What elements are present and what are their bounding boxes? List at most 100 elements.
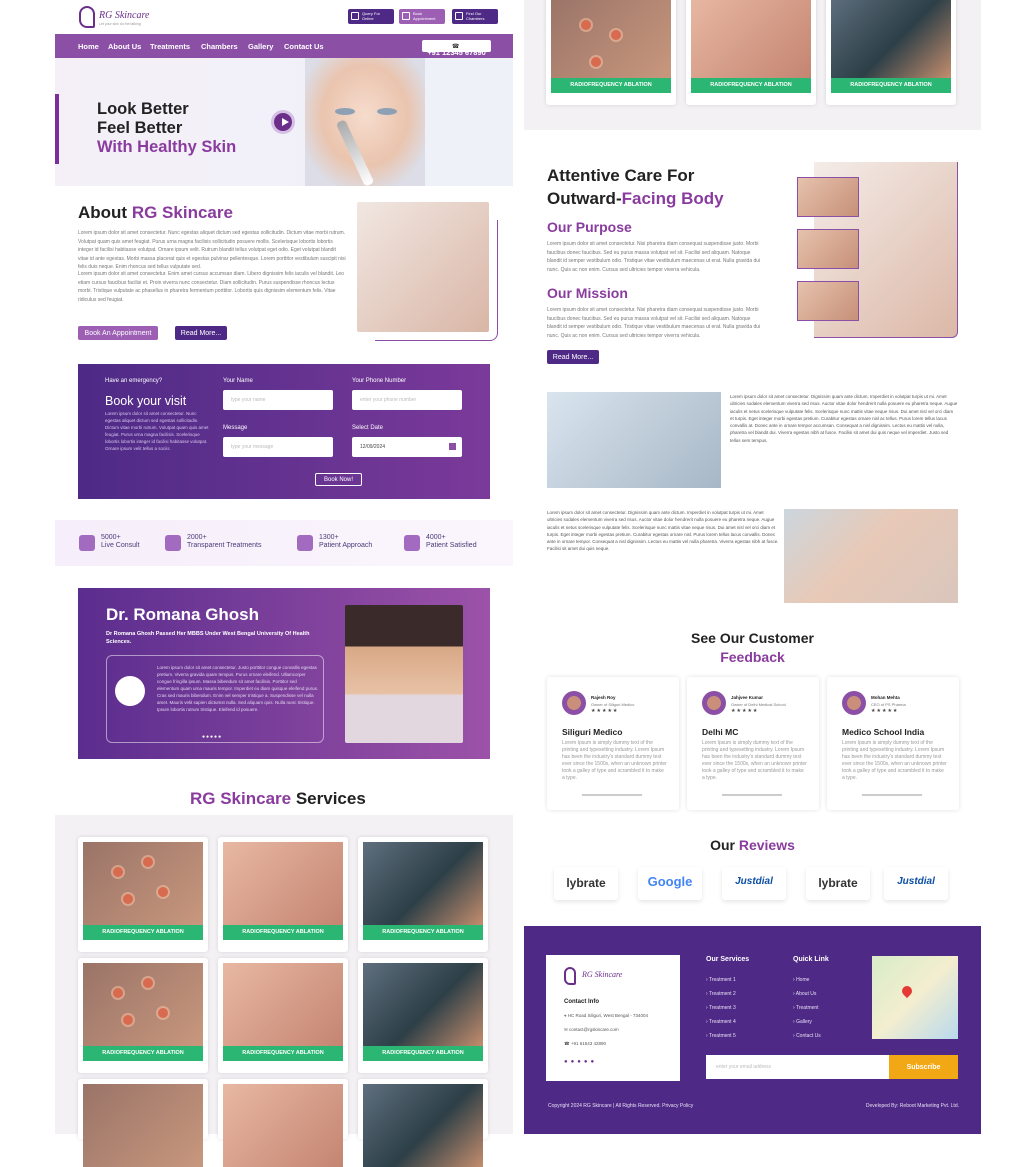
stat-num: 5000+ [101, 534, 121, 541]
care-title-1: Attentive Care For [547, 166, 695, 185]
logo-icon[interactable] [79, 6, 95, 28]
name-input[interactable]: type your name [223, 390, 333, 410]
stat-label: Patient Approach [319, 542, 373, 549]
service-caption: RADIOFREQUENCY ABLATION [83, 1046, 203, 1061]
service-caption: RADIOFREQUENCY ABLATION [691, 78, 811, 93]
query-online-button[interactable]: Query For Online [348, 9, 394, 24]
footer-service-link[interactable]: › Treatment 1 [706, 977, 736, 983]
link-text: Gallery [796, 1019, 812, 1025]
footer-quick-link[interactable]: › Home [793, 977, 809, 983]
nav-gallery[interactable]: Gallery [248, 42, 273, 51]
service-card[interactable]: RADIOFREQUENCY ABLATION [826, 0, 956, 105]
footer-service-link[interactable]: › Treatment 2 [706, 991, 736, 997]
nav-treatments[interactable]: Treatments [150, 42, 190, 51]
service-image [83, 963, 203, 1046]
booking-form: Have an emergency? Book your visit Lorem… [78, 364, 490, 499]
message-input[interactable]: type your message [223, 437, 333, 457]
thumbs-up-icon [404, 535, 420, 551]
carousel-dots[interactable]: ●●●●● [202, 734, 222, 740]
about-image [357, 202, 489, 332]
service-image [83, 1084, 203, 1167]
about-read-more-button[interactable]: Read More... [175, 326, 227, 340]
nav-contact[interactable]: Contact Us [284, 42, 324, 51]
footer-email[interactable]: ✉ contact@rgskincare.com [564, 1027, 619, 1033]
service-caption: RADIOFREQUENCY ABLATION [223, 1046, 343, 1061]
newsletter-email-input[interactable]: enter your email address [706, 1055, 892, 1079]
reviewer-name: Mohan Mehta [871, 695, 900, 700]
service-card[interactable] [358, 1079, 488, 1167]
footer-quick-link[interactable]: › About Us [793, 991, 816, 997]
lybrate-logo[interactable]: lybrate [806, 867, 870, 900]
stat-label: Live Consult [101, 542, 140, 549]
brand-tagline: Let your skin do the talking [99, 22, 141, 26]
find-chambers-button[interactable]: Find Our Chambers [452, 9, 498, 24]
nav-chambers[interactable]: Chambers [201, 42, 238, 51]
footer-quick-link[interactable]: › Contact Us [793, 1033, 821, 1039]
date-input[interactable]: 12/09/2024 [352, 437, 462, 457]
service-caption: RADIOFREQUENCY ABLATION [223, 925, 343, 940]
phone-label: Your Phone Number [352, 378, 407, 384]
service-card[interactable]: RADIOFREQUENCY ABLATION [218, 958, 348, 1073]
service-card[interactable]: RADIOFREQUENCY ABLATION [78, 837, 208, 952]
subscribe-button[interactable]: Subscribe [889, 1055, 958, 1079]
footer-quick-link[interactable]: › Treatment [793, 1005, 819, 1011]
service-image [551, 0, 671, 78]
feedback-title-2: Feedback [720, 649, 785, 665]
about-title-a: About [78, 203, 128, 222]
service-card[interactable]: RADIOFREQUENCY ABLATION [546, 0, 676, 105]
footer-quick-link[interactable]: › Gallery [793, 1019, 812, 1025]
phone-input[interactable]: enter your phone number [352, 390, 462, 410]
nav-about[interactable]: About Us [108, 42, 141, 51]
nav-home[interactable]: Home [78, 42, 99, 51]
service-card[interactable]: RADIOFREQUENCY ABLATION [78, 958, 208, 1073]
hero-line-3: With Healthy Skin [97, 138, 237, 156]
play-video-icon[interactable] [271, 110, 295, 134]
link-text: About Us [795, 991, 817, 997]
link-text: Treatment 2 [708, 991, 736, 997]
service-card[interactable]: RADIOFREQUENCY ABLATION [686, 0, 816, 105]
location-map[interactable] [872, 956, 958, 1039]
service-card[interactable] [218, 1079, 348, 1167]
phone-button[interactable]: ☎ +91 12345 67890 [422, 40, 491, 57]
doctor-name: Dr. Romana Ghosh [106, 605, 260, 624]
justdial-logo[interactable]: Justdial [884, 867, 948, 900]
service-image [223, 1084, 343, 1167]
service-card[interactable]: RADIOFREQUENCY ABLATION [218, 837, 348, 952]
pill-icon [165, 535, 181, 551]
social-icons[interactable]: ●●●●● [564, 1059, 597, 1065]
justdial-logo[interactable]: Justdial [722, 867, 786, 900]
purpose-title: Our Purpose [547, 219, 632, 235]
service-card[interactable]: RADIOFREQUENCY ABLATION [358, 837, 488, 952]
hero-accent-bar [55, 94, 59, 164]
link-text: Home [796, 977, 810, 983]
footer-service-link[interactable]: › Treatment 3 [706, 1005, 736, 1011]
footer-service-link[interactable]: › Treatment 5 [706, 1033, 736, 1039]
book-appointment-button[interactable]: Book An Appointment [78, 326, 158, 340]
testimonial-text: Lorem Ipsum is simply dummy text of the … [562, 740, 667, 781]
brand-name[interactable]: RG Skincare [99, 10, 149, 21]
about-title: About RG Skincare [78, 203, 233, 223]
stat-label: Patient Satisfied [426, 542, 477, 549]
stat-treatments: 2000+ Transparent Treatments [165, 534, 261, 551]
facial-treatment-image [784, 509, 958, 603]
services-heading: Our Services [706, 956, 750, 963]
google-logo[interactable]: Google [638, 867, 702, 900]
service-image [831, 0, 951, 78]
service-image [363, 1084, 483, 1167]
service-card[interactable]: RADIOFREQUENCY ABLATION [358, 958, 488, 1073]
footer-service-link[interactable]: › Treatment 4 [706, 1019, 736, 1025]
stat-consult: 5000+ Live Consult [79, 534, 140, 551]
email-text: contact@rgskincare.com [569, 1027, 619, 1032]
footer-phone[interactable]: ☎ +91 61543 42890 [564, 1041, 606, 1047]
quick-link-heading: Quick Link [793, 956, 829, 963]
link-text: Treatment [795, 1005, 819, 1011]
emergency-label: Have an emergency? [105, 378, 163, 384]
copyright-text: Copyright 2024 RG Skincare | All Rights … [548, 1103, 694, 1109]
service-image [223, 963, 343, 1046]
care-read-more-button[interactable]: Read More... [547, 350, 599, 364]
book-now-button[interactable]: Book Now! [315, 473, 362, 486]
book-appointment-top-button[interactable]: Book Appointment [399, 9, 445, 24]
service-card[interactable] [78, 1079, 208, 1167]
book-appointment-label: Book Appointment [413, 11, 436, 21]
lybrate-logo[interactable]: lybrate [554, 867, 618, 900]
